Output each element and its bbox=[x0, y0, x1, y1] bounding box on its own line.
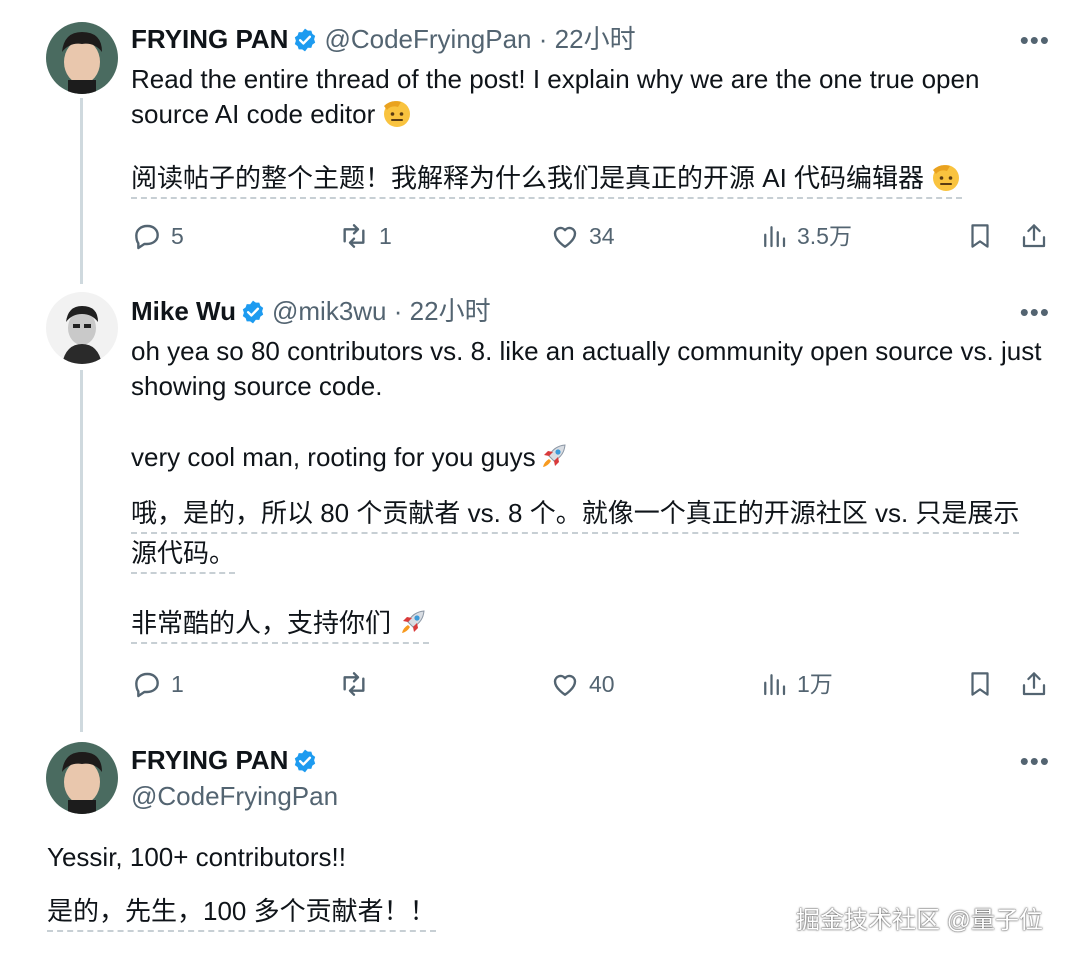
bookmark-button[interactable] bbox=[965, 216, 1003, 256]
saluting-face-emoji-icon bbox=[930, 161, 962, 204]
reply-count: 5 bbox=[171, 223, 184, 249]
bookmark-button[interactable] bbox=[965, 664, 1003, 704]
like-button[interactable]: 34 bbox=[549, 216, 615, 256]
tweet-text-en: oh yea so 80 contributors vs. 8. like an… bbox=[131, 336, 1042, 401]
thread-line bbox=[80, 370, 83, 732]
verified-badge-icon bbox=[292, 748, 318, 782]
more-options-icon[interactable]: ••• bbox=[1020, 299, 1050, 325]
verified-badge-icon bbox=[240, 299, 266, 333]
share-icon bbox=[1022, 224, 1046, 248]
reply-icon bbox=[135, 224, 159, 250]
reply-icon bbox=[135, 672, 159, 698]
rocket-emoji-icon bbox=[397, 606, 429, 649]
reply-button[interactable]: 1 bbox=[131, 664, 184, 704]
tweet-text-zh: 是的，先生，100 多个贡献者！！ bbox=[47, 896, 436, 932]
author-handle-line: @CodeFryingPan bbox=[131, 779, 338, 813]
tweet-text: Read the entire thread of the post! I ex… bbox=[131, 62, 1051, 204]
share-button[interactable] bbox=[1019, 216, 1057, 256]
bookmark-icon bbox=[971, 224, 989, 248]
reply-button[interactable]: 5 bbox=[131, 216, 184, 256]
tweet-header: FRYING PAN bbox=[131, 743, 324, 782]
tweet-text-zh: 阅读帖子的整个主题！我解释为什么我们是真正的开源 AI 代码编辑器 bbox=[131, 163, 963, 199]
like-count: 40 bbox=[589, 671, 615, 697]
share-icon bbox=[1022, 672, 1046, 696]
retweet-button[interactable]: 1 bbox=[337, 216, 392, 256]
saluting-face-emoji-icon bbox=[381, 97, 413, 138]
tweet-text-en: Read the entire thread of the post! I ex… bbox=[131, 64, 980, 129]
verified-badge-icon bbox=[292, 27, 318, 61]
author-handle[interactable]: @CodeFryingPan bbox=[131, 781, 338, 811]
author-handle[interactable]: @mik3wu bbox=[272, 296, 387, 326]
author-name[interactable]: FRYING PAN bbox=[131, 745, 288, 775]
tweet-text-zh: 非常酷的人，支持你们 bbox=[131, 608, 430, 644]
analytics-icon bbox=[764, 226, 786, 248]
separator-dot: · bbox=[393, 296, 403, 326]
retweet-icon bbox=[343, 224, 365, 248]
tweet-header: Mike Wu @mik3wu · 22小时 bbox=[131, 294, 491, 333]
like-button[interactable]: 40 bbox=[549, 664, 615, 704]
heart-icon bbox=[553, 674, 577, 696]
view-count: 1万 bbox=[797, 671, 833, 697]
more-options-icon[interactable]: ••• bbox=[1020, 748, 1050, 774]
separator-dot: · bbox=[538, 24, 548, 54]
avatar[interactable] bbox=[46, 292, 118, 364]
thread-line bbox=[80, 98, 83, 284]
tweet-text: oh yea so 80 contributors vs. 8. like an… bbox=[131, 334, 1051, 649]
bookmark-icon bbox=[971, 672, 989, 696]
retweet-button[interactable] bbox=[337, 664, 379, 704]
like-count: 34 bbox=[589, 223, 615, 249]
retweet-icon bbox=[343, 672, 365, 696]
translation-text: 非常酷的人，支持你们 bbox=[131, 608, 392, 638]
author-name[interactable]: Mike Wu bbox=[131, 296, 236, 326]
tweet-header: FRYING PAN @CodeFryingPan · 22小时 bbox=[131, 22, 636, 61]
share-button[interactable] bbox=[1019, 664, 1057, 704]
tweet-text-en: very cool man, rooting for you guys bbox=[131, 442, 536, 472]
tweet-text-en: Yessir, 100+ contributors!! bbox=[47, 842, 346, 872]
analytics-icon bbox=[764, 674, 786, 696]
retweet-count: 1 bbox=[379, 223, 392, 249]
views-button[interactable]: 1万 bbox=[759, 664, 833, 704]
more-options-icon[interactable]: ••• bbox=[1020, 27, 1050, 53]
author-name[interactable]: FRYING PAN bbox=[131, 24, 288, 54]
timestamp[interactable]: 22小时 bbox=[410, 296, 491, 326]
rocket-emoji-icon bbox=[538, 440, 570, 481]
heart-icon bbox=[553, 226, 577, 248]
tweet-text-zh: 哦，是的，所以 80 个贡献者 vs. 8 个。就像一个真正的开源社区 vs. … bbox=[131, 498, 1020, 574]
watermark: 掘金技术社区 @量子位 bbox=[796, 907, 1044, 934]
avatar[interactable] bbox=[46, 22, 118, 94]
timestamp[interactable]: 22小时 bbox=[555, 24, 636, 54]
tweet-actions: 5 1 34 3.5万 bbox=[131, 216, 1051, 256]
reply-count: 1 bbox=[171, 671, 184, 697]
views-button[interactable]: 3.5万 bbox=[759, 216, 852, 256]
avatar[interactable] bbox=[46, 742, 118, 814]
author-handle[interactable]: @CodeFryingPan bbox=[324, 24, 531, 54]
translation-text: 阅读帖子的整个主题！我解释为什么我们是真正的开源 AI 代码编辑器 bbox=[131, 163, 925, 193]
tweet-actions: 1 40 1万 bbox=[131, 664, 1051, 704]
view-count: 3.5万 bbox=[797, 223, 852, 249]
